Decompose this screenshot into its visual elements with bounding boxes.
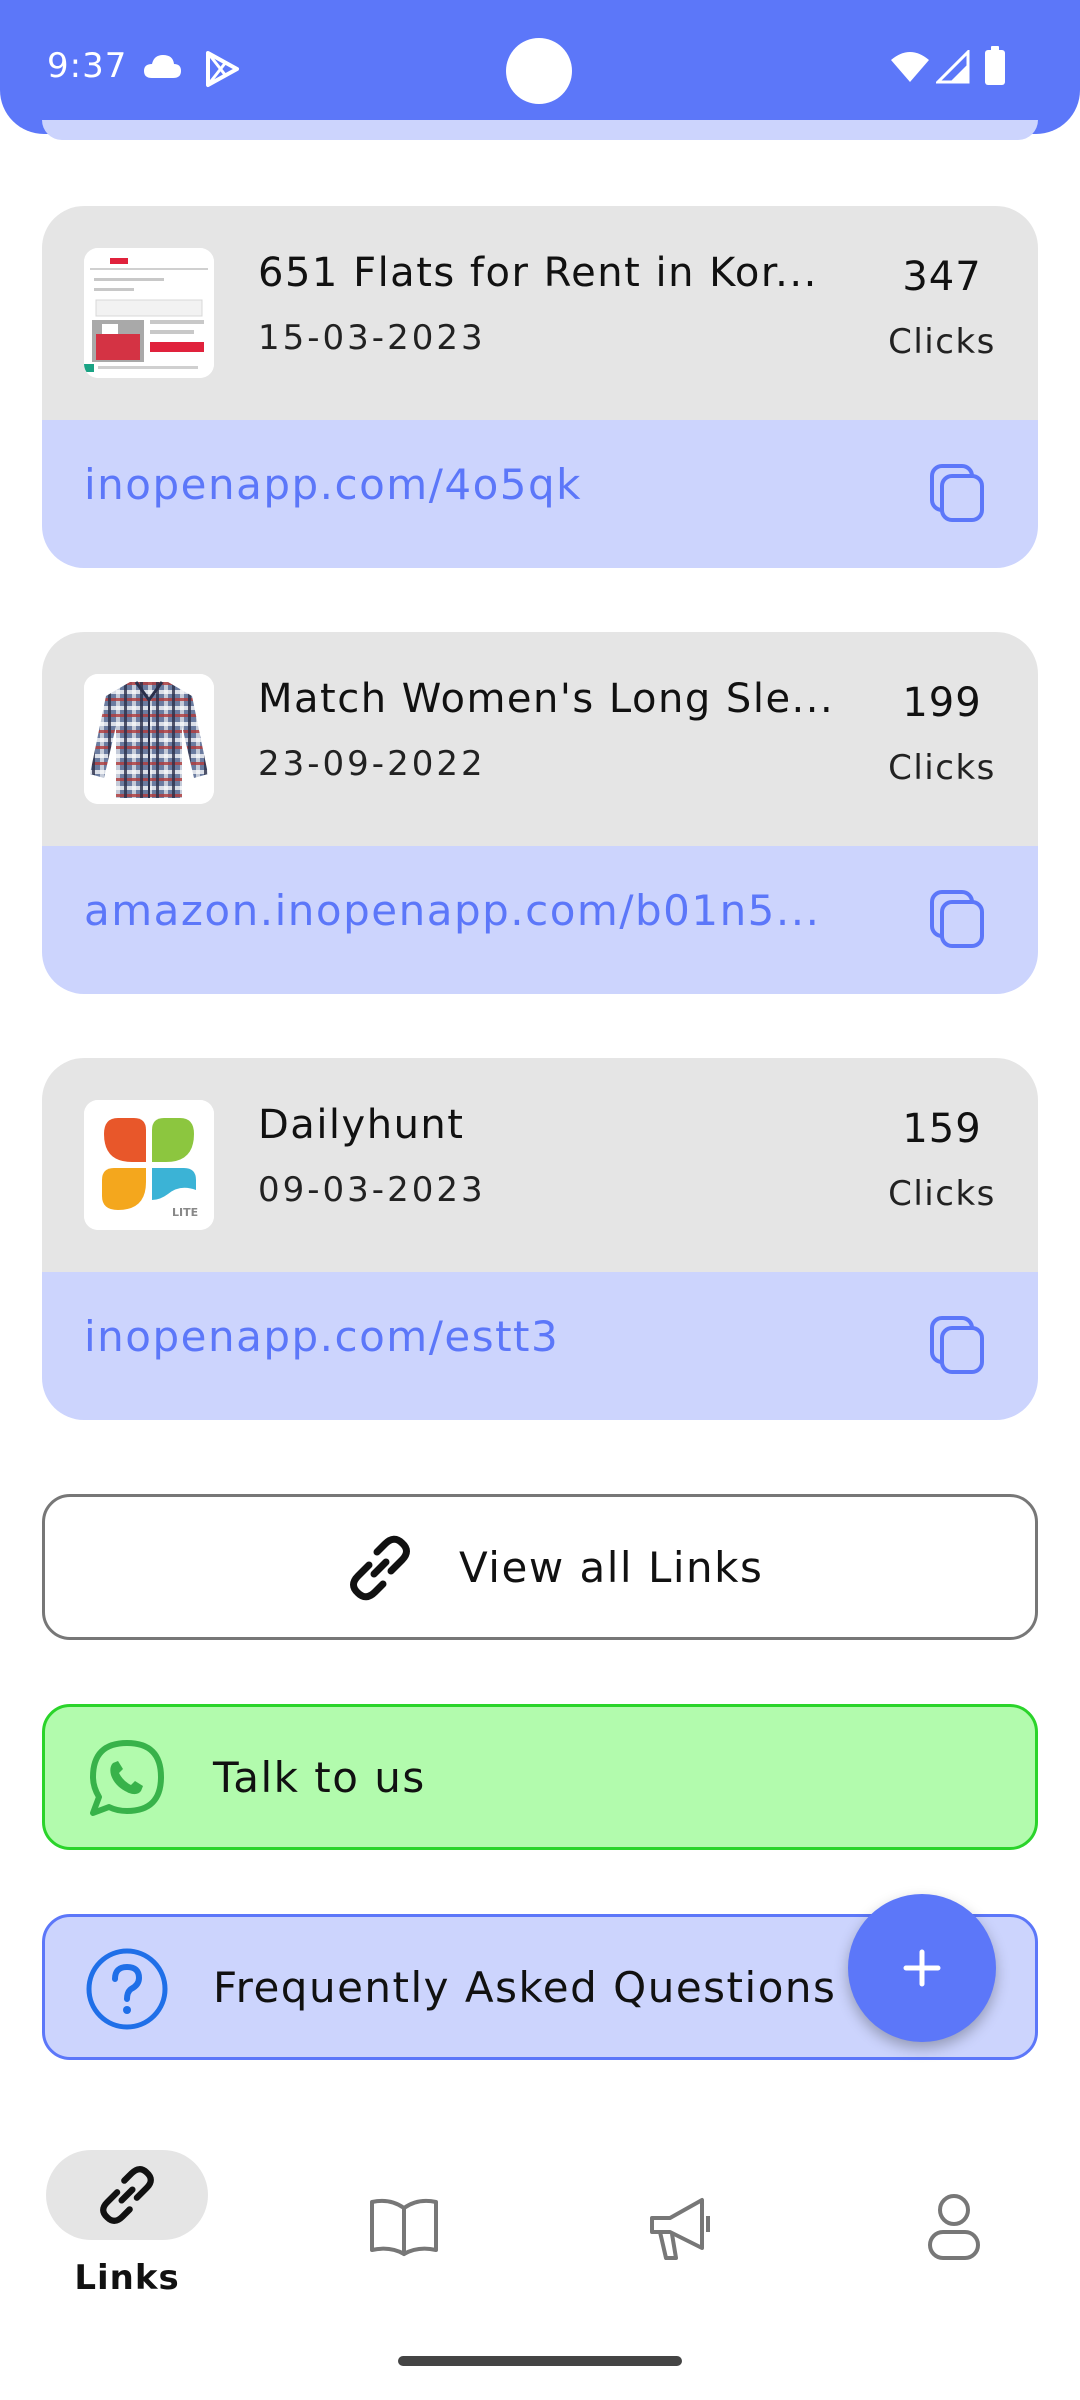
help-icon (83, 1945, 171, 2037)
clicks-label: Clicks (888, 1174, 996, 1214)
link-card[interactable]: Match Women's Long Sle... 23-09-2022 199… (42, 632, 1038, 994)
svg-text:LITE: LITE (172, 1206, 198, 1219)
home-indicator[interactable] (398, 2356, 682, 2366)
signal-icon (934, 48, 970, 88)
click-count: 347 (902, 254, 982, 300)
front-camera (506, 38, 572, 104)
short-link-url[interactable]: inopenapp.com/4o5qk (84, 460, 854, 509)
book-icon[interactable] (368, 2196, 440, 2262)
talk-to-us-label: Talk to us (213, 1753, 426, 1802)
copy-icon[interactable] (926, 886, 990, 952)
link-icon (92, 2160, 162, 2234)
copy-icon[interactable] (926, 1312, 990, 1378)
link-card[interactable]: LITE Dailyhunt 09-03-2023 159 Clicks ino… (42, 1058, 1038, 1420)
dailyhunt-logo-thumbnail: LITE (84, 1100, 214, 1230)
status-bar: 9:37 (0, 0, 1080, 134)
nav-label-links: Links (74, 2258, 180, 2298)
click-count: 199 (902, 680, 982, 726)
link-card[interactable]: 651 Flats for Rent in Kor... 15-03-2023 … (42, 206, 1038, 568)
add-link-button[interactable] (848, 1894, 996, 2042)
plaid-shirt-thumbnail (84, 674, 214, 804)
short-link-url[interactable]: amazon.inopenapp.com/b01n5... (84, 886, 854, 935)
faq-label: Frequently Asked Questions (213, 1963, 837, 2012)
link-card-summary[interactable]: LITE Dailyhunt 09-03-2023 159 Clicks (42, 1058, 1038, 1272)
link-title: Match Women's Long Sle... (258, 676, 835, 722)
link-date: 09-03-2023 (258, 1170, 486, 1210)
battery-icon (984, 46, 1006, 90)
short-link-url[interactable]: inopenapp.com/estt3 (84, 1312, 854, 1361)
view-all-links-button[interactable]: View all Links (42, 1494, 1038, 1640)
link-title: Dailyhunt (258, 1102, 465, 1148)
wifi-icon (890, 50, 930, 88)
website-screenshot-thumbnail (84, 248, 214, 378)
link-title: 651 Flats for Rent in Kor... (258, 250, 818, 296)
link-card-summary[interactable]: 651 Flats for Rent in Kor... 15-03-2023 … (42, 206, 1038, 420)
talk-to-us-button[interactable]: Talk to us (42, 1704, 1038, 1850)
link-url-bar: inopenapp.com/4o5qk (42, 420, 1038, 568)
link-url-bar: amazon.inopenapp.com/b01n5... (42, 846, 1038, 994)
profile-icon[interactable] (926, 2192, 982, 2266)
status-time: 9:37 (47, 46, 128, 86)
clicks-label: Clicks (888, 322, 996, 362)
clicks-label: Clicks (888, 748, 996, 788)
megaphone-icon[interactable] (646, 2194, 714, 2268)
play-store-icon (204, 50, 240, 92)
click-count: 159 (902, 1106, 982, 1152)
cloud-icon (142, 52, 182, 84)
nav-item-links[interactable] (46, 2150, 208, 2240)
link-icon (341, 1529, 419, 1611)
copy-icon[interactable] (926, 460, 990, 526)
link-date: 23-09-2022 (258, 744, 486, 784)
whatsapp-icon (83, 1735, 171, 1827)
previous-link-card-edge (42, 120, 1038, 140)
link-card-summary[interactable]: Match Women's Long Sle... 23-09-2022 199… (42, 632, 1038, 846)
link-url-bar: inopenapp.com/estt3 (42, 1272, 1038, 1420)
link-date: 15-03-2023 (258, 318, 486, 358)
plus-icon (900, 1946, 944, 1994)
view-all-links-label: View all Links (459, 1543, 764, 1592)
